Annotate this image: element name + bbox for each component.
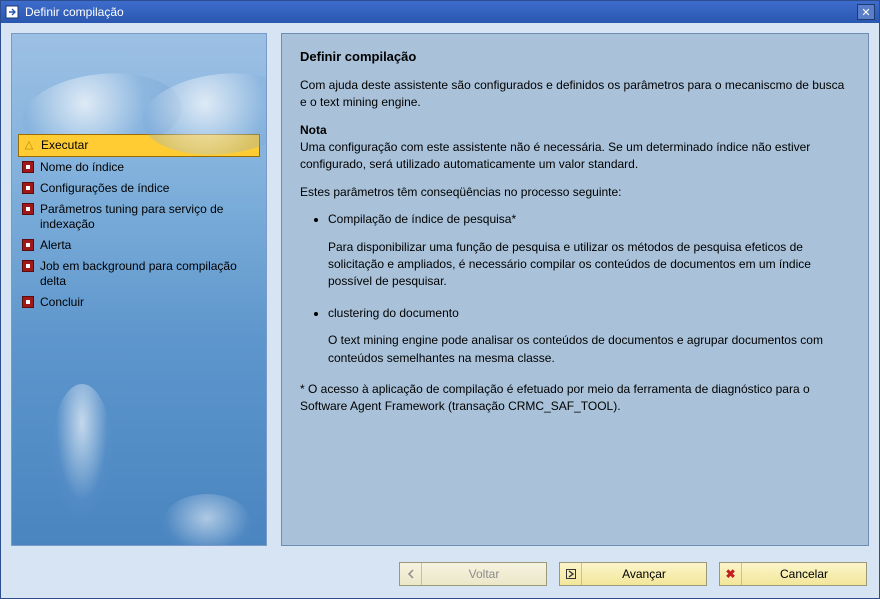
params-list-2: clustering do documento: [300, 305, 850, 322]
step-concluir[interactable]: Concluir: [18, 292, 260, 313]
bullet-compilacao-body: Para disponibilizar uma função de pesqui…: [328, 239, 850, 291]
footer-bar: Voltar Avançar ✖ Cancelar: [1, 552, 879, 598]
cancel-icon: ✖: [720, 563, 742, 585]
step-job-background[interactable]: Job em background para compilação delta: [18, 256, 260, 292]
x-icon: ✖: [725, 567, 735, 581]
square-icon: [22, 161, 34, 173]
step-label: Configurações de índice: [40, 181, 169, 196]
cancel-button[interactable]: ✖ Cancelar: [719, 562, 867, 586]
step-executar[interactable]: Executar: [18, 134, 260, 157]
step-label: Alerta: [40, 238, 71, 253]
next-button[interactable]: Avançar: [559, 562, 707, 586]
content-pane: Definir compilação Com ajuda deste assis…: [281, 33, 869, 546]
content-intro: Com ajuda deste assistente são configura…: [300, 77, 850, 112]
next-icon: [560, 563, 582, 585]
square-icon: [22, 296, 34, 308]
step-label: Executar: [41, 138, 88, 153]
content-footnote: * O acesso à aplicação de compilação é e…: [300, 381, 850, 416]
wizard-icon: [5, 5, 19, 19]
content-note: Nota Uma configuração com este assistent…: [300, 122, 850, 174]
bullet-clustering: clustering do documento: [328, 305, 850, 322]
square-icon: [22, 239, 34, 251]
step-label: Job em background para compilação delta: [40, 259, 256, 289]
step-parametros-tuning[interactable]: Parâmetros tuning para serviço de indexa…: [18, 199, 260, 235]
note-body: Uma configuração com este assistente não…: [300, 140, 810, 171]
square-icon: [22, 260, 34, 272]
cancel-label: Cancelar: [742, 567, 866, 581]
step-label: Concluir: [40, 295, 84, 310]
close-icon: ✕: [861, 6, 870, 19]
square-icon: [22, 182, 34, 194]
wizard-sidebar: Executar Nome do índice Configurações de…: [11, 33, 267, 546]
content-heading: Definir compilação: [300, 48, 850, 67]
close-button[interactable]: ✕: [857, 4, 875, 20]
back-icon: [400, 563, 422, 585]
note-label: Nota: [300, 123, 327, 137]
step-nome-do-indice[interactable]: Nome do índice: [18, 157, 260, 178]
params-lead: Estes parâmetros têm conseqüências no pr…: [300, 184, 850, 201]
main-row: Executar Nome do índice Configurações de…: [1, 23, 879, 552]
bullet-compilacao: Compilação de índice de pesquisa*: [328, 211, 850, 228]
square-icon: [22, 203, 34, 215]
window-title: Definir compilação: [25, 5, 857, 19]
step-list: Executar Nome do índice Configurações de…: [12, 134, 266, 313]
triangle-icon: [23, 139, 35, 151]
bullet-clustering-body: O text mining engine pode analisar os co…: [328, 332, 850, 367]
back-label: Voltar: [422, 567, 546, 581]
body-area: Executar Nome do índice Configurações de…: [1, 23, 879, 598]
back-button: Voltar: [399, 562, 547, 586]
wizard-window: Definir compilação ✕ Executar Nome do ín…: [0, 0, 880, 599]
titlebar: Definir compilação ✕: [1, 1, 879, 23]
params-list: Compilação de índice de pesquisa*: [300, 211, 850, 228]
step-alerta[interactable]: Alerta: [18, 235, 260, 256]
step-label: Parâmetros tuning para serviço de indexa…: [40, 202, 256, 232]
next-label: Avançar: [582, 567, 706, 581]
step-configuracoes-indice[interactable]: Configurações de índice: [18, 178, 260, 199]
step-label: Nome do índice: [40, 160, 124, 175]
